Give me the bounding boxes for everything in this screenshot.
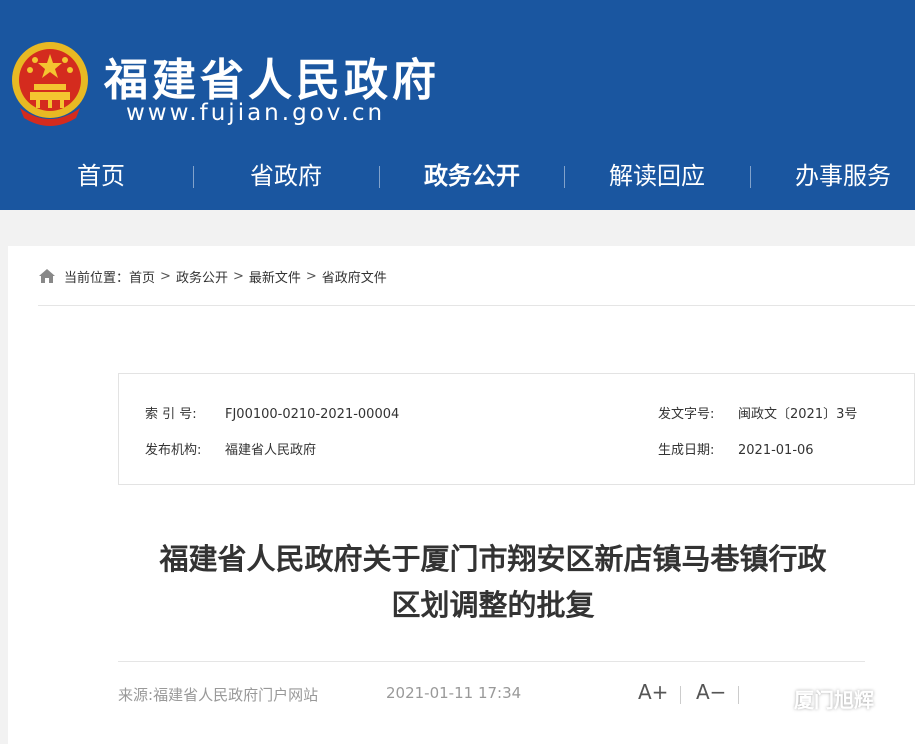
watermark-text: 厦门旭辉 <box>794 688 874 712</box>
nav-item-services[interactable]: 办事服务 <box>782 150 904 202</box>
document-title-line-2: 区划调整的批复 <box>391 588 595 622</box>
nav-item-interpretation[interactable]: 解读回应 <box>596 150 718 202</box>
source-value: 福建省人民政府门户网站 <box>153 686 319 704</box>
toolbar-divider <box>738 686 739 704</box>
breadcrumb-item-provincial-files[interactable]: 省政府文件 <box>322 267 387 286</box>
national-emblem-icon[interactable] <box>10 38 90 128</box>
wechat-icon <box>753 685 787 711</box>
breadcrumb-separator: > <box>232 268 244 284</box>
nav-divider <box>193 166 194 188</box>
wechat-watermark: 厦门旭辉 <box>752 684 874 713</box>
breadcrumb-prefix: 当前位置： <box>64 270 130 286</box>
breadcrumb-separator: > <box>160 268 171 284</box>
breadcrumb-item-latest-files[interactable]: 最新文件 <box>249 267 301 286</box>
font-increase-button[interactable]: A+ <box>638 680 668 704</box>
meta-created-value: 2021-01-06 <box>738 443 814 458</box>
source-label: 来源: <box>118 686 154 704</box>
breadcrumb-separator: > <box>305 268 317 284</box>
site-title[interactable]: 福建省人民政府 <box>104 44 440 108</box>
meta-index-label: 索 引 号: <box>145 407 197 422</box>
meta-index: 索 引 号: FJ00100-0210-2021-00004 <box>145 403 399 422</box>
meta-publisher-label: 发布机构: <box>145 443 202 458</box>
content-panel: 当前位置： 首页 > 政务公开 > 最新文件 > 省政府文件 索 引 号: FJ0… <box>8 246 915 744</box>
breadcrumb-item-gov-affairs[interactable]: 政务公开 <box>176 267 228 286</box>
meta-publisher-value: 福建省人民政府 <box>225 443 317 458</box>
breadcrumb-item-home[interactable]: 首页 <box>129 267 155 286</box>
document-title-line-1: 福建省人民政府关于厦门市翔安区新店镇马巷镇行政 <box>159 542 827 576</box>
meta-created-label: 生成日期: <box>658 443 715 458</box>
meta-doc-no-value: 闽政文〔2021〕3号 <box>738 407 858 422</box>
publish-datetime: 2021-01-11 17:34 <box>386 684 522 702</box>
home-icon <box>39 269 55 283</box>
breadcrumb-divider <box>38 305 915 306</box>
site-url[interactable]: www.fujian.gov.cn <box>126 100 385 126</box>
nav-divider <box>379 166 380 188</box>
document-source: 来源:福建省人民政府门户网站 <box>118 684 318 705</box>
nav-divider <box>564 166 565 188</box>
nav-item-government[interactable]: 省政府 <box>225 150 347 202</box>
nav-item-home[interactable]: 首页 <box>40 150 162 202</box>
breadcrumb: 当前位置： 首页 > 政务公开 > 最新文件 > 省政府文件 <box>38 266 387 286</box>
meta-created: 生成日期: 2021-01-06 <box>658 439 814 458</box>
document-meta-box: 索 引 号: FJ00100-0210-2021-00004 发文字号: 闽政文〔2… <box>118 373 915 485</box>
main-nav: 首页 省政府 政务公开 解读回应 办事服务 <box>0 150 915 202</box>
toolbar-divider <box>680 686 681 704</box>
meta-doc-no-label: 发文字号: <box>658 407 715 422</box>
meta-publisher: 发布机构: 福建省人民政府 <box>145 439 316 458</box>
document-title: 福建省人民政府关于厦门市翔安区新店镇马巷镇行政 区划调整的批复 <box>118 536 868 628</box>
meta-index-value: FJ00100-0210-2021-00004 <box>225 407 400 422</box>
nav-item-gov-affairs[interactable]: 政务公开 <box>411 150 533 202</box>
meta-doc-no: 发文字号: 闽政文〔2021〕3号 <box>658 403 857 422</box>
nav-divider <box>750 166 751 188</box>
title-divider <box>118 661 865 662</box>
font-decrease-button[interactable]: A− <box>696 680 726 704</box>
site-header: 福建省人民政府 www.fujian.gov.cn 首页 省政府 政务公开 解读… <box>0 0 915 210</box>
